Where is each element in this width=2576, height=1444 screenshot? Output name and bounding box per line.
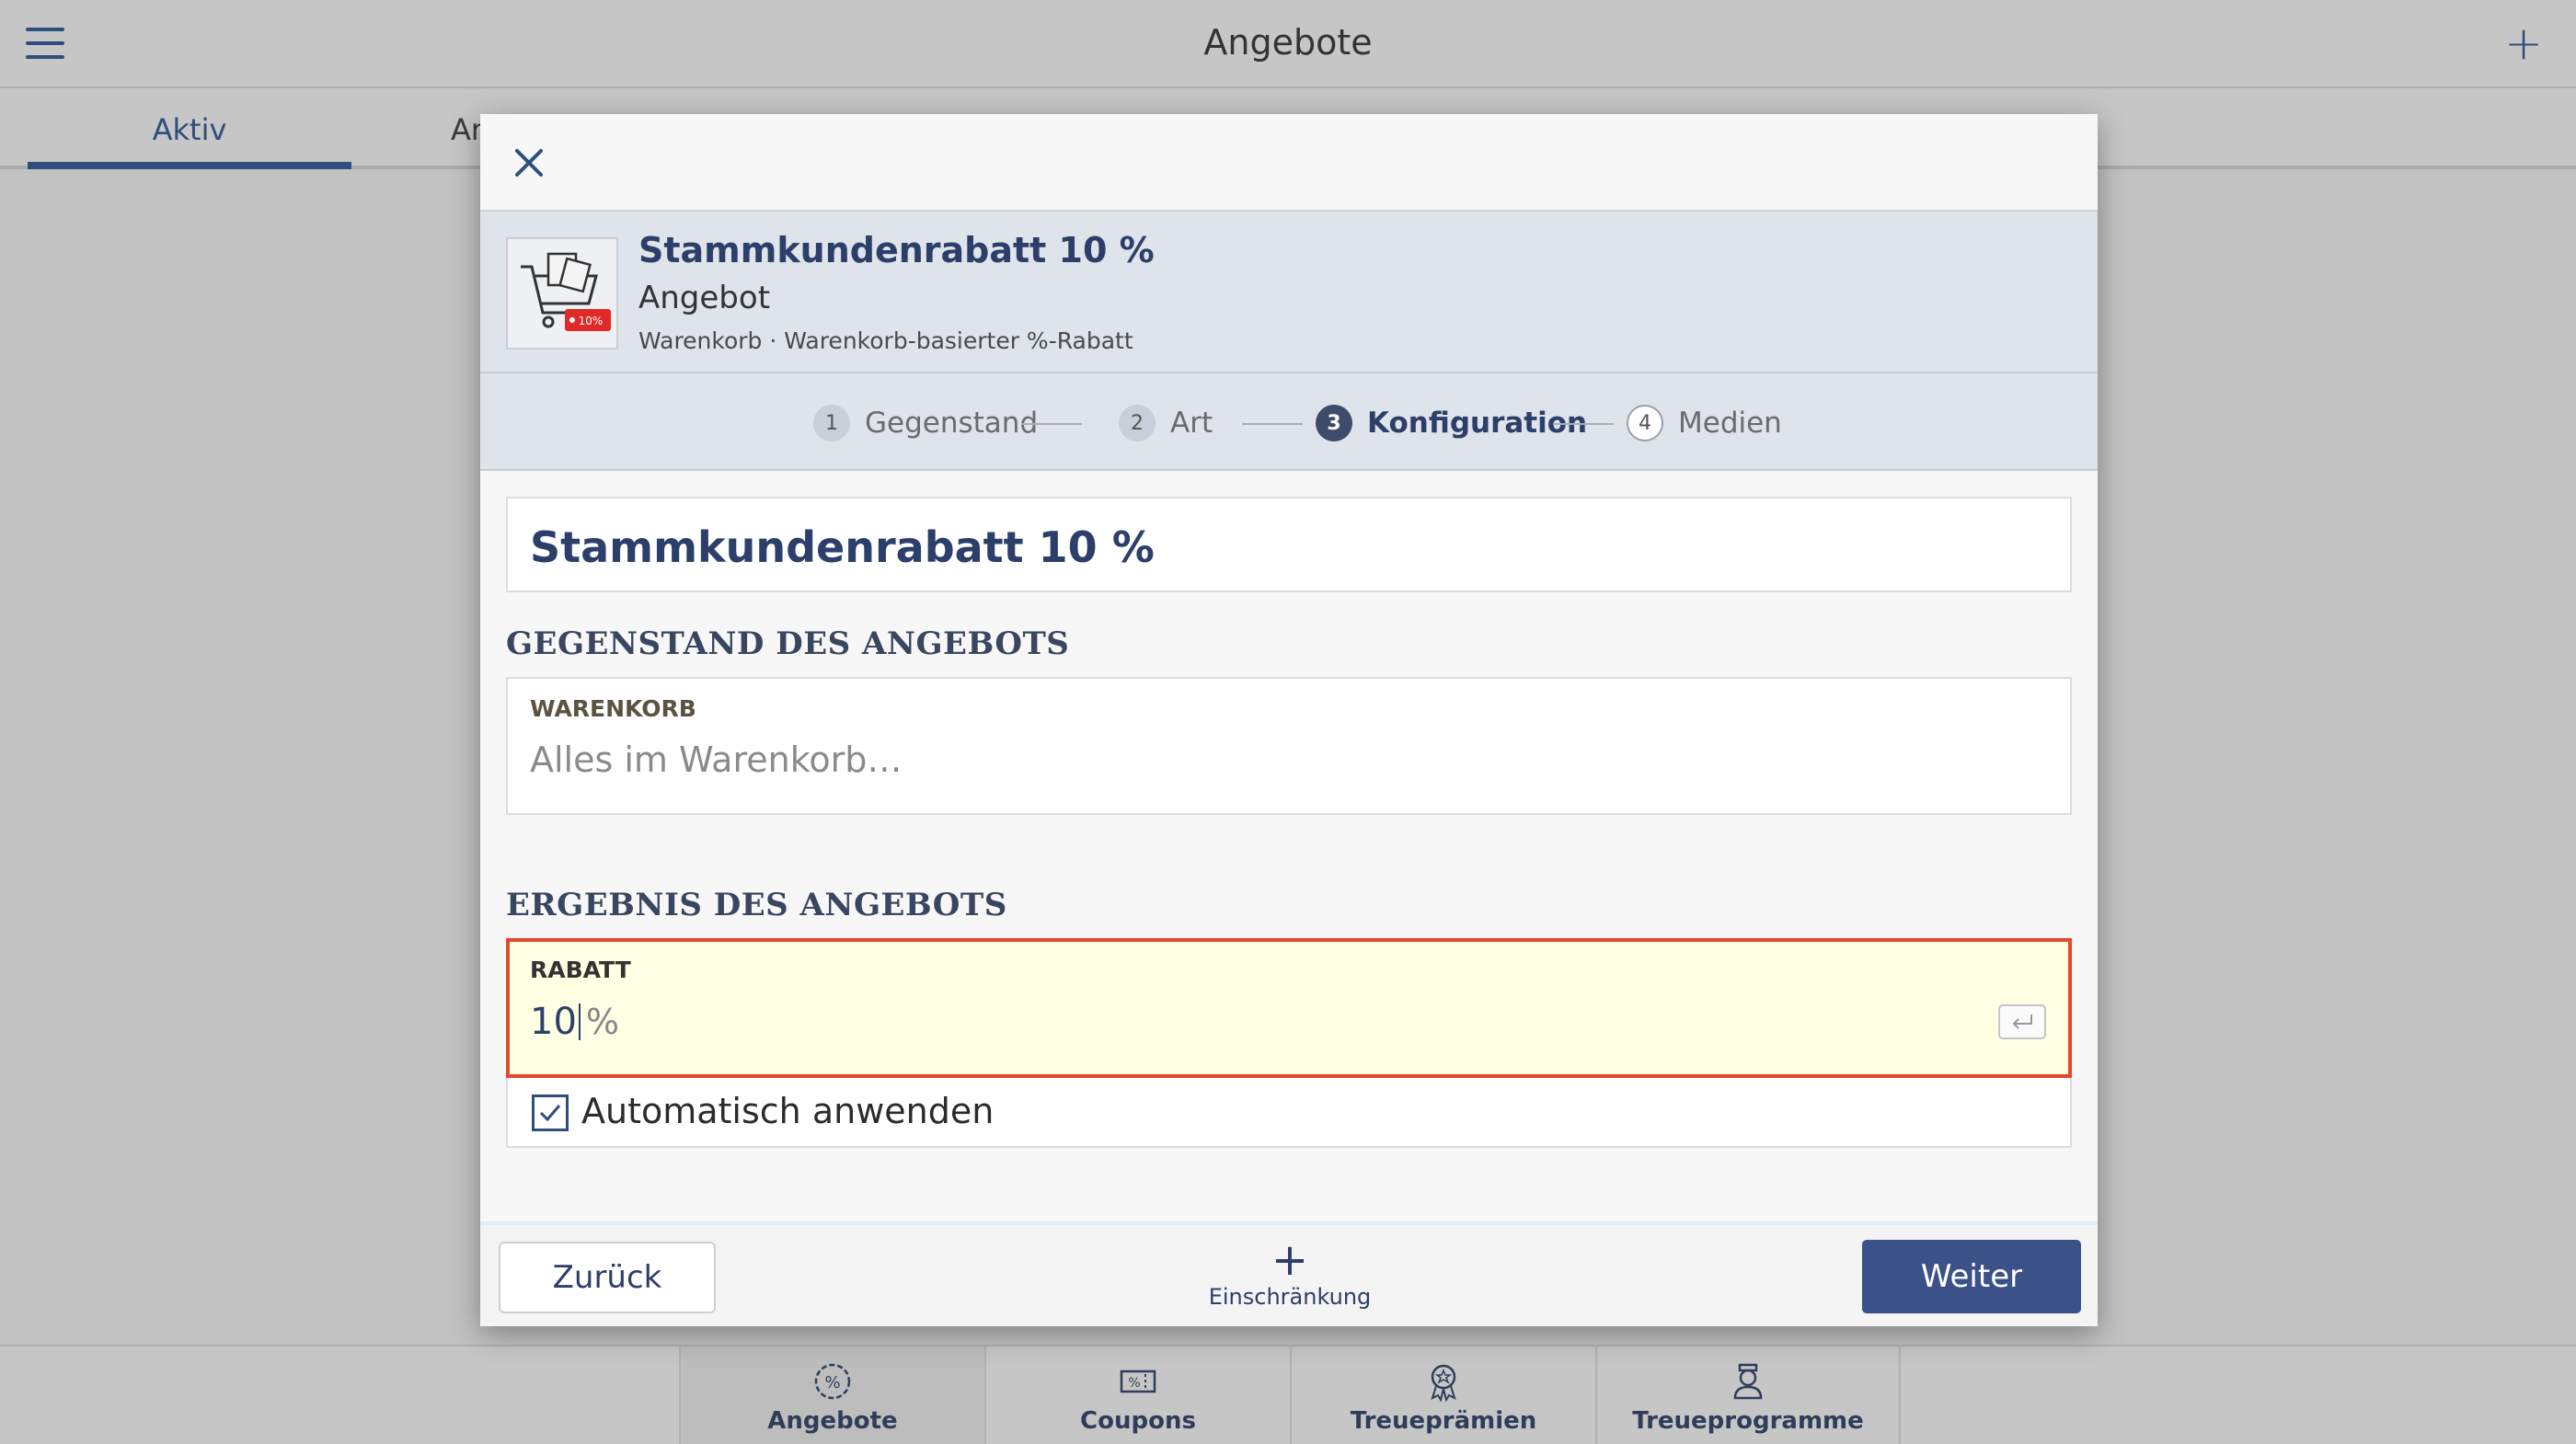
- percent-badge-icon: %: [681, 1361, 984, 1402]
- active-tab-indicator: [28, 162, 351, 169]
- basket-field-placeholder: Alles im Warenkorb…: [530, 739, 903, 780]
- nav-item-treuepraemien[interactable]: Treueprämien: [1290, 1347, 1595, 1444]
- offer-name-value: Stammkundenrabatt 10 %: [530, 522, 1155, 572]
- nav-item-coupons[interactable]: % Coupons: [984, 1347, 1290, 1444]
- checkmark-icon: [539, 1105, 561, 1122]
- step-number: 1: [813, 405, 850, 441]
- step-connector: [1242, 423, 1303, 425]
- discount-unit: %: [585, 1002, 620, 1042]
- step-konfiguration[interactable]: 3 Konfiguration: [1316, 405, 1587, 441]
- nav-item-treueprogramme[interactable]: Treueprogramme: [1595, 1347, 1901, 1444]
- step-art[interactable]: 2 Art: [1119, 405, 1213, 441]
- offer-title: Stammkundenrabatt 10 %: [638, 230, 1155, 270]
- step-number: 3: [1316, 405, 1352, 441]
- nav-label-treueprogramme: Treueprogramme: [1632, 1407, 1864, 1435]
- next-button[interactable]: Weiter: [1862, 1240, 2081, 1313]
- plus-icon: +: [1271, 1234, 1309, 1286]
- offer-name-field[interactable]: Stammkundenrabatt 10 %: [506, 497, 2072, 592]
- nav-label-coupons: Coupons: [1080, 1407, 1196, 1435]
- dialog-content: Stammkundenrabatt 10 % GEGENSTAND DES AN…: [480, 471, 2098, 1225]
- step-number: 4: [1627, 405, 1663, 441]
- cart-thumbnail-icon: 10%: [506, 237, 618, 350]
- app-title: Angebote: [1203, 22, 1373, 63]
- award-icon: [1292, 1361, 1595, 1402]
- step-label: Art: [1170, 407, 1213, 440]
- discount-field-label: RABATT: [530, 957, 631, 983]
- step-label: Medien: [1678, 407, 1782, 440]
- back-button[interactable]: Zurück: [499, 1242, 716, 1313]
- nav-label-angebote: Angebote: [767, 1407, 898, 1435]
- step-medien[interactable]: 4 Medien: [1627, 405, 1782, 441]
- auto-apply-row[interactable]: Automatisch anwenden: [506, 1078, 2072, 1148]
- auto-apply-checkbox[interactable]: [532, 1094, 569, 1131]
- offer-type: Angebot: [638, 280, 771, 316]
- discount-value[interactable]: 10 %: [530, 1001, 619, 1043]
- auto-apply-label: Automatisch anwenden: [581, 1091, 995, 1131]
- nav-item-angebote[interactable]: % Angebote: [679, 1347, 984, 1444]
- basket-field-label: WARENKORB: [530, 695, 696, 722]
- add-offer-plus-icon[interactable]: +: [2504, 20, 2543, 66]
- tab-second[interactable]: Ar: [451, 112, 483, 147]
- step-connector: [1021, 423, 1082, 425]
- nav-label-treuepraemien: Treueprämien: [1350, 1407, 1537, 1435]
- offer-config-dialog: 10% Stammkundenrabatt 10 % Angebot Waren…: [480, 114, 2098, 1326]
- basket-field[interactable]: WARENKORB Alles im Warenkorb…: [506, 677, 2072, 815]
- close-icon[interactable]: [506, 140, 552, 186]
- step-label: Gegenstand: [865, 407, 1039, 440]
- wizard-stepper: 1 Gegenstand 2 Art 3 Konfiguration 4 Med…: [480, 373, 2098, 471]
- enter-key-icon[interactable]: [1998, 1004, 2046, 1039]
- dialog-footer: Zurück + Einschränkung Weiter: [480, 1221, 2098, 1326]
- step-connector: [1553, 423, 1614, 425]
- coupon-icon: %: [986, 1361, 1290, 1402]
- svg-text:10%: 10%: [579, 315, 604, 327]
- tab-aktiv[interactable]: Aktiv: [28, 112, 351, 147]
- discount-number: 10: [530, 1001, 577, 1043]
- offer-subtitle: Warenkorb · Warenkorb-basierter %-Rabatt: [638, 327, 1133, 354]
- add-restriction-label: Einschränkung: [1208, 1284, 1372, 1310]
- bottom-navigation: % Angebote % Coupons Treueprämien Treuep…: [0, 1345, 2576, 1444]
- svg-text:%: %: [824, 1373, 840, 1392]
- add-restriction-button[interactable]: + Einschränkung: [1179, 1234, 1400, 1319]
- person-badge-icon: [1597, 1361, 1899, 1402]
- text-cursor: [578, 1003, 581, 1040]
- step-gegenstand[interactable]: 1 Gegenstand: [813, 405, 1038, 441]
- section-heading-subject: GEGENSTAND DES ANGEBOTS: [506, 625, 1070, 662]
- app-bar: Angebote +: [0, 0, 2576, 88]
- svg-text:%: %: [1128, 1376, 1140, 1391]
- dialog-toolbar: [480, 114, 2098, 210]
- discount-input[interactable]: RABATT 10 %: [506, 938, 2072, 1078]
- step-number: 2: [1119, 405, 1156, 441]
- offer-summary-header: 10% Stammkundenrabatt 10 % Angebot Waren…: [480, 210, 2098, 373]
- section-heading-result: ERGEBNIS DES ANGEBOTS: [506, 887, 1007, 923]
